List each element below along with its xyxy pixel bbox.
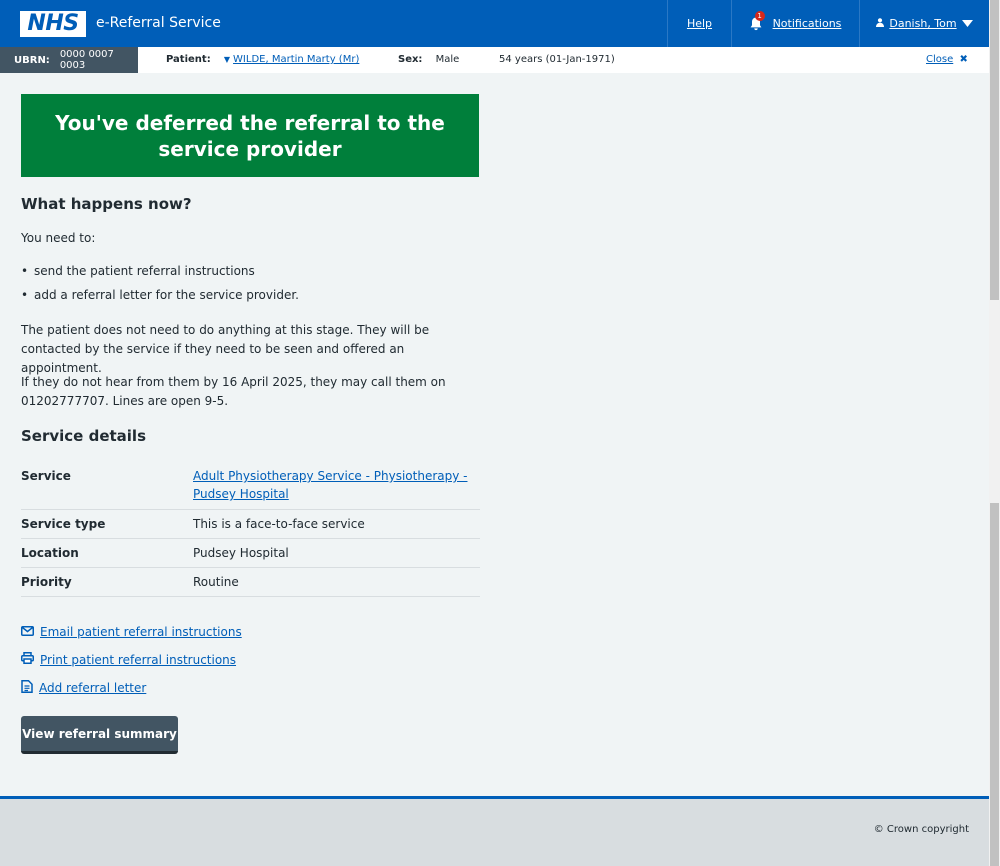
list-item: send the patient referral instructions bbox=[21, 262, 480, 281]
email-instructions-link[interactable]: Email patient referral instructions bbox=[40, 625, 242, 639]
row-key-location: Location bbox=[21, 546, 79, 560]
ubrn-value: 0000 0007 0003 bbox=[59, 49, 114, 71]
you-need-to-text: You need to: bbox=[21, 231, 96, 245]
vertical-scrollbar[interactable] bbox=[989, 0, 1000, 866]
header-user-menu[interactable]: Danish, Tom bbox=[859, 0, 989, 47]
view-referral-summary-button[interactable]: View referral summary bbox=[21, 716, 178, 754]
ubrn-label: UBRN: bbox=[14, 54, 50, 66]
patient-age: 54 years (01-Jan-1971) bbox=[499, 54, 615, 65]
scrollbar-thumb[interactable] bbox=[990, 0, 999, 300]
what-happens-heading: What happens now? bbox=[21, 195, 192, 213]
scrollbar-thumb[interactable] bbox=[990, 503, 999, 866]
sex-label: Sex: bbox=[398, 54, 423, 65]
patient-name-link[interactable]: WILDE, Martin Marty (Mr) bbox=[233, 54, 359, 65]
printer-icon bbox=[21, 652, 40, 667]
document-icon bbox=[21, 680, 39, 696]
service-details-heading: Service details bbox=[21, 427, 146, 445]
row-key-service-type: Service type bbox=[21, 517, 106, 531]
caret-down-icon[interactable]: ▼ bbox=[224, 55, 230, 64]
sex-value: Male bbox=[435, 54, 460, 65]
site-header: NHS e-Referral Service Help 1 Notificati… bbox=[0, 0, 989, 47]
close-link[interactable]: Close bbox=[926, 54, 953, 65]
confirmation-title: You've deferred the referral to the serv… bbox=[55, 110, 445, 161]
chevron-down-icon[interactable] bbox=[961, 17, 973, 30]
todo-list: send the patient referral instructions a… bbox=[21, 262, 480, 305]
add-letter-action[interactable]: Add referral letter bbox=[21, 680, 146, 696]
patient-field: Patient: ▼ WILDE, Martin Marty (Mr) bbox=[166, 54, 359, 65]
site-footer: © Crown copyright bbox=[0, 796, 989, 866]
envelope-icon bbox=[21, 625, 40, 639]
contact-info-paragraph: If they do not hear from them by 16 Apri… bbox=[21, 375, 446, 408]
service-name: e-Referral Service bbox=[96, 15, 221, 31]
print-instructions-action[interactable]: Print patient referral instructions bbox=[21, 652, 236, 667]
email-instructions-action[interactable]: Email patient referral instructions bbox=[21, 625, 242, 639]
bell-icon[interactable]: 1 bbox=[750, 10, 765, 31]
help-link[interactable]: Help bbox=[687, 17, 712, 30]
main-content: You've deferred the referral to the serv… bbox=[21, 94, 480, 754]
notifications-link[interactable]: Notifications bbox=[773, 17, 842, 30]
close-patient[interactable]: Close ✖ bbox=[926, 54, 968, 65]
sex-field: Sex: Male bbox=[398, 54, 459, 65]
table-row: Priority Routine bbox=[21, 568, 480, 597]
ubrn-block: UBRN: 0000 0007 0003 bbox=[0, 47, 138, 73]
print-instructions-link[interactable]: Print patient referral instructions bbox=[40, 653, 236, 667]
notification-count-badge: 1 bbox=[754, 10, 765, 21]
close-icon[interactable]: ✖ bbox=[959, 54, 967, 65]
table-row: Location Pudsey Hospital bbox=[21, 539, 480, 568]
user-name-link[interactable]: Danish, Tom bbox=[889, 17, 956, 30]
row-value-priority: Routine bbox=[193, 575, 239, 589]
row-key-priority: Priority bbox=[21, 575, 72, 589]
user-icon bbox=[876, 17, 885, 30]
table-row: Service Adult Physiotherapy Service - Ph… bbox=[21, 460, 480, 510]
copyright-text: © Crown copyright bbox=[873, 824, 969, 835]
nhs-logo[interactable]: NHS bbox=[20, 11, 86, 37]
list-item: add a referral letter for the service pr… bbox=[21, 286, 480, 305]
row-value-location: Pudsey Hospital bbox=[193, 546, 289, 560]
row-value-service-type: This is a face-to-face service bbox=[193, 517, 365, 531]
confirmation-panel: You've deferred the referral to the serv… bbox=[21, 94, 479, 177]
patient-banner: UBRN: 0000 0007 0003 Patient: ▼ WILDE, Ma… bbox=[0, 47, 989, 73]
patient-info-paragraph: The patient does not need to do anything… bbox=[21, 323, 430, 375]
row-key-service: Service bbox=[21, 469, 71, 483]
add-letter-link[interactable]: Add referral letter bbox=[39, 681, 146, 695]
header-notifications: 1 Notifications bbox=[731, 0, 859, 47]
service-link[interactable]: Adult Physiotherapy Service - Physiother… bbox=[193, 469, 467, 501]
table-row: Service type This is a face-to-face serv… bbox=[21, 510, 480, 539]
patient-label: Patient: bbox=[166, 54, 211, 65]
service-details-table: Service Adult Physiotherapy Service - Ph… bbox=[21, 460, 480, 597]
header-help: Help bbox=[667, 0, 731, 47]
